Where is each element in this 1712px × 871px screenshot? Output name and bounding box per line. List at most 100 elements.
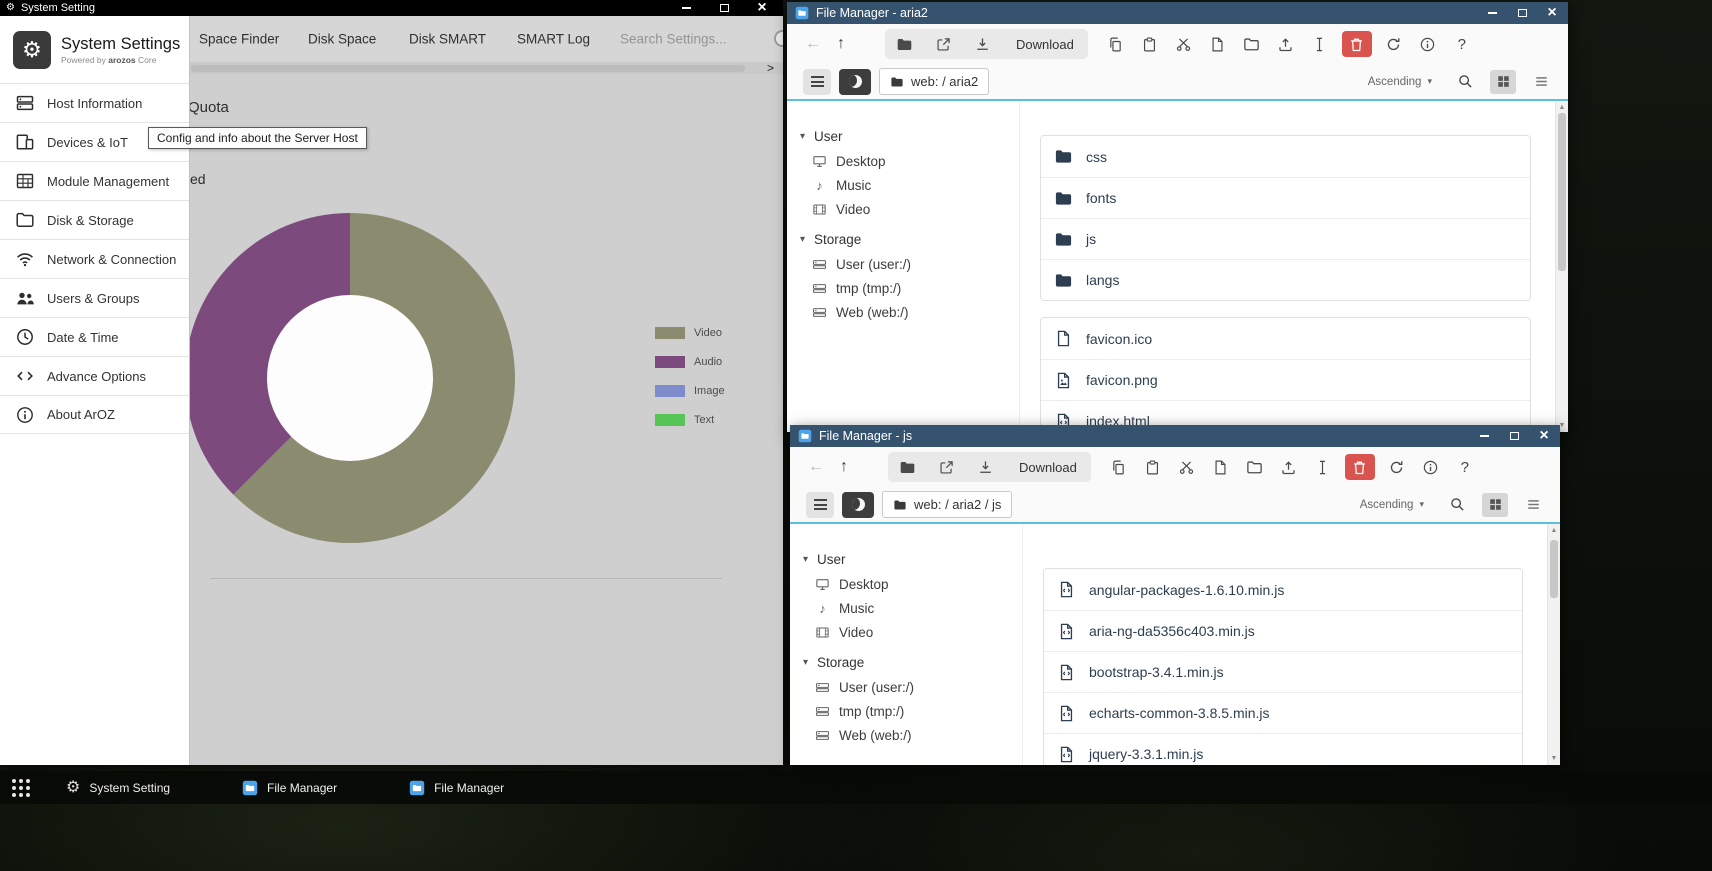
scrollbar-thumb[interactable] bbox=[1558, 113, 1566, 271]
help-button[interactable]: ? bbox=[1453, 455, 1477, 479]
tab-space-finder[interactable]: Space Finder bbox=[199, 32, 279, 47]
tabs-scrollbar-thumb[interactable] bbox=[191, 65, 745, 72]
scroll-up-icon[interactable]: ▲ bbox=[1556, 104, 1568, 111]
file-row[interactable]: langs bbox=[1041, 259, 1530, 300]
minimize-button[interactable] bbox=[1484, 5, 1500, 21]
list-view-button[interactable] bbox=[1530, 71, 1552, 93]
open-external-button[interactable] bbox=[927, 452, 966, 482]
minimize-button[interactable] bbox=[679, 1, 693, 15]
delete-button[interactable] bbox=[1342, 31, 1372, 57]
download-icon-button[interactable] bbox=[963, 29, 1002, 59]
upload-button[interactable] bbox=[1274, 32, 1298, 56]
scroll-up-icon[interactable]: ▲ bbox=[1548, 527, 1560, 534]
cut-button[interactable] bbox=[1175, 455, 1199, 479]
sort-order-dropdown[interactable]: Ascending ▾ bbox=[1360, 499, 1424, 511]
file-row[interactable]: bootstrap-3.4.1.min.js bbox=[1044, 651, 1522, 692]
tree-item-desktop[interactable]: Desktop bbox=[787, 149, 1019, 173]
new-file-button[interactable] bbox=[1206, 32, 1230, 56]
tree-item-desktop[interactable]: Desktop bbox=[790, 572, 1022, 596]
file-row[interactable]: angular-packages-1.6.10.min.js bbox=[1044, 569, 1522, 610]
file-row[interactable]: jquery-3.3.1.min.js bbox=[1044, 733, 1522, 765]
refresh-button[interactable] bbox=[1385, 455, 1409, 479]
info-button[interactable] bbox=[1419, 455, 1443, 479]
cut-button[interactable] bbox=[1172, 32, 1196, 56]
tree-item-video[interactable]: Video bbox=[787, 197, 1019, 221]
search-button[interactable] bbox=[1454, 71, 1476, 93]
tab-disk-smart[interactable]: Disk SMART bbox=[409, 32, 486, 47]
tree-section-user[interactable]: ▾ User bbox=[790, 546, 1022, 572]
tree-item-web-drive[interactable]: Web (web:/) bbox=[787, 300, 1019, 324]
info-button[interactable] bbox=[1416, 32, 1440, 56]
breadcrumb[interactable]: web: / aria2 / js bbox=[882, 491, 1012, 518]
dark-mode-button[interactable] bbox=[839, 69, 871, 95]
tree-item-web-drive[interactable]: Web (web:/) bbox=[790, 723, 1022, 747]
paste-button[interactable] bbox=[1138, 32, 1162, 56]
list-view-button[interactable] bbox=[1522, 494, 1544, 516]
scroll-down-icon[interactable]: ▼ bbox=[1548, 755, 1560, 762]
tree-section-storage[interactable]: ▾ Storage bbox=[787, 226, 1019, 252]
breadcrumb[interactable]: web: / aria2 bbox=[879, 68, 989, 95]
maximize-button[interactable] bbox=[1506, 428, 1522, 444]
sidebar-item-date-time[interactable]: Date & Time bbox=[0, 317, 189, 356]
tree-item-tmp-drive[interactable]: tmp (tmp:/) bbox=[790, 699, 1022, 723]
new-folder-button[interactable] bbox=[1240, 32, 1264, 56]
open-folder-button[interactable] bbox=[885, 29, 924, 59]
maximize-button[interactable] bbox=[1514, 5, 1530, 21]
rename-button[interactable] bbox=[1311, 455, 1335, 479]
rename-button[interactable] bbox=[1308, 32, 1332, 56]
paste-button[interactable] bbox=[1141, 455, 1165, 479]
taskbar-item-system-setting[interactable]: ⚙ System Setting bbox=[66, 780, 170, 796]
copy-button[interactable] bbox=[1107, 455, 1131, 479]
scrollbar[interactable]: ▲ ▼ bbox=[1547, 524, 1560, 765]
sidebar-item-host-information[interactable]: Host Information bbox=[0, 83, 189, 122]
file-row[interactable]: echarts-common-3.8.5.min.js bbox=[1044, 692, 1522, 733]
menu-button[interactable] bbox=[803, 69, 831, 95]
taskbar-item-file-manager-1[interactable]: File Manager bbox=[242, 780, 337, 796]
taskbar-item-file-manager-2[interactable]: File Manager bbox=[409, 780, 504, 796]
window-titlebar[interactable]: File Manager - js × bbox=[790, 425, 1560, 447]
file-row[interactable]: js bbox=[1041, 218, 1530, 259]
grid-view-button[interactable] bbox=[1490, 70, 1516, 94]
download-icon-button[interactable] bbox=[966, 452, 1005, 482]
upload-button[interactable] bbox=[1277, 455, 1301, 479]
sidebar-item-advance-options[interactable]: Advance Options bbox=[0, 356, 189, 395]
sidebar-item-network-connection[interactable]: Network & Connection bbox=[0, 239, 189, 278]
help-button[interactable]: ? bbox=[1450, 32, 1474, 56]
file-row[interactable]: fonts bbox=[1041, 177, 1530, 218]
minimize-button[interactable] bbox=[1476, 428, 1492, 444]
delete-button[interactable] bbox=[1345, 454, 1375, 480]
maximize-button[interactable] bbox=[717, 1, 731, 15]
tab-disk-space[interactable]: Disk Space bbox=[308, 32, 376, 47]
new-folder-button[interactable] bbox=[1243, 455, 1267, 479]
scrollbar[interactable]: ▲ ▼ bbox=[1555, 101, 1568, 432]
file-row[interactable]: aria-ng-da5356c403.min.js bbox=[1044, 610, 1522, 651]
file-row[interactable]: favicon.png bbox=[1041, 359, 1530, 400]
open-folder-button[interactable] bbox=[888, 452, 927, 482]
tree-item-user-drive[interactable]: User (user:/) bbox=[787, 252, 1019, 276]
tree-item-music[interactable]: ♪ Music bbox=[790, 596, 1022, 620]
back-button[interactable]: ← bbox=[806, 458, 826, 476]
open-external-button[interactable] bbox=[924, 29, 963, 59]
tree-item-tmp-drive[interactable]: tmp (tmp:/) bbox=[787, 276, 1019, 300]
tree-section-user[interactable]: ▾ User bbox=[787, 123, 1019, 149]
tree-item-user-drive[interactable]: User (user:/) bbox=[790, 675, 1022, 699]
sidebar-item-users-groups[interactable]: Users & Groups bbox=[0, 278, 189, 317]
refresh-button[interactable] bbox=[1382, 32, 1406, 56]
copy-button[interactable] bbox=[1104, 32, 1128, 56]
window-titlebar[interactable]: File Manager - aria2 × bbox=[787, 2, 1568, 24]
tree-item-video[interactable]: Video bbox=[790, 620, 1022, 644]
download-button[interactable]: Download bbox=[1002, 29, 1088, 59]
grid-view-button[interactable] bbox=[1482, 493, 1508, 517]
file-row[interactable]: css bbox=[1041, 136, 1530, 177]
apps-grid-button[interactable] bbox=[12, 779, 30, 797]
chevron-right-icon[interactable]: > bbox=[767, 61, 774, 75]
new-file-button[interactable] bbox=[1209, 455, 1233, 479]
tree-item-music[interactable]: ♪ Music bbox=[787, 173, 1019, 197]
sidebar-item-about-aroz[interactable]: About ArOZ bbox=[0, 395, 189, 434]
file-row[interactable]: favicon.ico bbox=[1041, 318, 1530, 359]
back-button[interactable]: ← bbox=[803, 35, 823, 53]
search-button[interactable] bbox=[1446, 494, 1468, 516]
dark-mode-button[interactable] bbox=[842, 492, 874, 518]
sidebar-item-disk-storage[interactable]: Disk & Storage bbox=[0, 200, 189, 239]
tree-section-storage[interactable]: ▾ Storage bbox=[790, 649, 1022, 675]
